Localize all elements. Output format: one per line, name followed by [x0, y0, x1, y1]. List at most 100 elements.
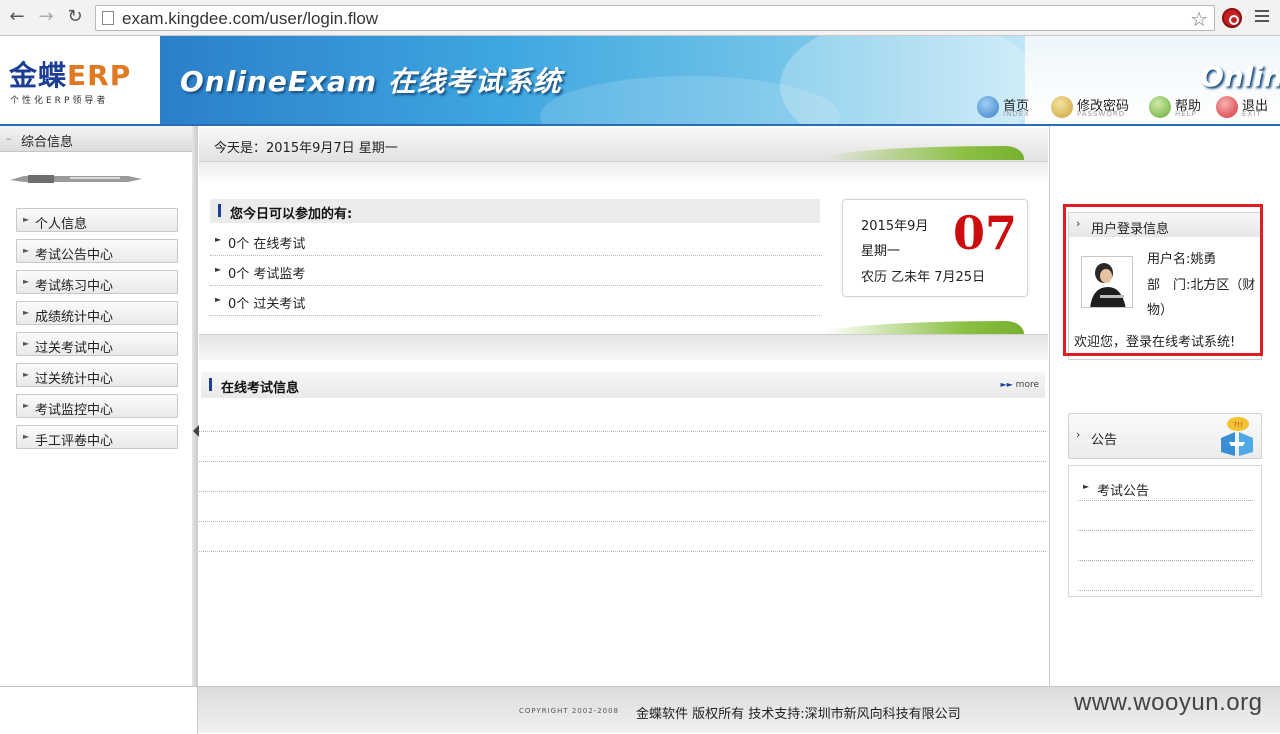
list-item-empty: [1078, 531, 1253, 561]
arrow-right-icon: ►: [23, 339, 30, 348]
arrow-right-icon: ►: [23, 308, 30, 317]
arrow-right-icon: ►: [215, 265, 222, 274]
notice-item-label[interactable]: 考试公告: [1097, 480, 1149, 499]
home-icon: [977, 96, 999, 118]
exit-icon: [1216, 96, 1238, 118]
help-icon: [1149, 96, 1171, 118]
sidebar-item-exam-practice-center[interactable]: ► 考试练习中心: [16, 270, 178, 294]
calendar-lunar: 农历 乙未年 7月25日: [861, 270, 986, 285]
sidebar-item-label: 考试监控中心: [35, 403, 114, 418]
sidebar-header-label: 综合信息: [21, 135, 74, 150]
nav-exit-sub: EXIT: [1242, 110, 1262, 118]
list-separator: [199, 551, 1046, 552]
url-text[interactable]: exam.kingdee.com/user/login.flow: [122, 9, 378, 29]
arrow-right-icon: ►: [23, 277, 30, 286]
address-bar[interactable]: exam.kingdee.com/user/login.flow ☆: [95, 5, 1215, 31]
browser-menu-icon[interactable]: [1255, 10, 1269, 24]
list-separator: [199, 521, 1046, 522]
site-banner: 金蝶ERP 个性化ERP领导者 OnlineExam 在线考试系统 Online…: [0, 36, 1280, 126]
nav-home-sub: INDEX: [1003, 110, 1030, 118]
list-item[interactable]: ► 考试公告: [1078, 471, 1253, 501]
list-item-label[interactable]: 0个 过关考试: [228, 293, 305, 312]
list-separator: [199, 461, 1046, 462]
logo-cn: 金蝶: [9, 59, 68, 92]
list-item-label[interactable]: 0个 考试监考: [228, 263, 305, 282]
list-separator: [199, 491, 1046, 492]
calendar-year-month: 2015年9月: [861, 219, 929, 234]
extension-icon[interactable]: [1222, 8, 1242, 28]
list-item-empty: [1078, 501, 1253, 531]
back-icon[interactable]: ←: [6, 6, 28, 28]
footer-text: 金蝶软件 版权所有 技术支持:深圳市新风向科技有限公司: [636, 707, 961, 722]
available-exams-header: 您今日可以参加的有:: [210, 199, 820, 223]
announcement-icon: ?!!: [1221, 417, 1253, 456]
section-divider: [199, 334, 1048, 360]
logo-slogan: 个性化ERP领导者: [10, 96, 109, 106]
sidebar-item-label: 手工评卷中心: [35, 434, 114, 449]
arrow-right-icon: ►: [1083, 482, 1090, 491]
notice-title: 公告: [1091, 433, 1118, 448]
system-title-clipped: Online: [1200, 60, 1280, 93]
bookmark-star-icon[interactable]: ☆: [1190, 7, 1208, 31]
copyright: COPYRIGHT 2002-2008: [519, 707, 620, 715]
sidebar-item-exam-monitor-center[interactable]: ► 考试监控中心: [16, 394, 178, 418]
sidebar-item-label: 个人信息: [35, 217, 88, 232]
sidebar-item-label: 过关统计中心: [35, 372, 114, 387]
sidebar-item-personal-info[interactable]: ► 个人信息: [16, 208, 178, 232]
sidebar-item-pass-exam-center[interactable]: ► 过关考试中心: [16, 332, 178, 356]
list-item[interactable]: ► 0个 考试监考: [210, 256, 822, 286]
highlight-frame: [1063, 204, 1263, 356]
reload-icon[interactable]: ↻: [64, 6, 86, 28]
arrow-right-icon: ►: [215, 235, 222, 244]
arrow-right-icon: ►: [23, 432, 30, 441]
sidebar-header[interactable]: – 综合信息: [0, 126, 193, 152]
left-sidebar: – 综合信息 ► 个人信息 ► 考试公告中心 ► 考试练习中心 ► 成绩统计中心…: [0, 126, 198, 733]
notice-list: ► 考试公告: [1068, 465, 1262, 597]
list-separator: [199, 431, 1046, 432]
arrow-right-icon: ►: [215, 295, 222, 304]
arrow-right-icon: ►: [23, 370, 30, 379]
watermark: www.wooyun.org: [1074, 689, 1263, 716]
more-label[interactable]: more: [1016, 380, 1039, 390]
sidebar-item-label: 考试练习中心: [35, 279, 114, 294]
nav-help-sub: HELP: [1175, 110, 1197, 118]
notice-header[interactable]: › 公告 ?!!: [1068, 413, 1262, 459]
logo-text: 金蝶ERP: [9, 54, 131, 94]
available-exams-title: 您今日可以参加的有:: [230, 207, 353, 222]
online-exam-header: 在线考试信息 ►► more: [201, 372, 1045, 398]
nav-password-sub: PASSWORD: [1077, 110, 1126, 118]
calendar-weekday: 星期一: [861, 244, 901, 259]
calendar-widget: 2015年9月 星期一 农历 乙未年 7月25日 07: [842, 199, 1028, 297]
arrow-right-icon: ►: [23, 401, 30, 410]
logo-erp: ERP: [67, 59, 132, 92]
more-link[interactable]: ►► more: [1000, 380, 1039, 390]
sidebar-item-score-stats-center[interactable]: ► 成绩统计中心: [16, 301, 178, 325]
pen-decoration-icon: [10, 175, 142, 183]
arrow-right-icon: ►: [23, 215, 30, 224]
system-title: OnlineExam 在线考试系统: [180, 65, 562, 98]
list-item-label[interactable]: 0个 在线考试: [228, 233, 305, 252]
green-swoosh-decoration: [824, 321, 1024, 335]
green-swoosh-decoration: [824, 146, 1024, 160]
online-exam-title: 在线考试信息: [221, 381, 300, 396]
today-date: 今天是：2015年9月7日 星期一: [214, 141, 398, 156]
sidebar-item-exam-notice-center[interactable]: ► 考试公告中心: [16, 239, 178, 263]
sidebar-item-label: 考试公告中心: [35, 248, 114, 263]
sidebar-item-manual-grading-center[interactable]: ► 手工评卷中心: [16, 425, 178, 449]
header-shade: [199, 162, 1048, 184]
chevron-right-icon: ›: [1076, 428, 1081, 441]
sidebar-item-label: 过关考试中心: [35, 341, 114, 356]
sidebar-item-pass-stats-center[interactable]: ► 过关统计中心: [16, 363, 178, 387]
footer-sidebar-area: [0, 687, 198, 734]
lock-icon: [1051, 96, 1073, 118]
list-item-empty: [1078, 561, 1253, 591]
today-bar: 今天是：2015年9月7日 星期一: [199, 128, 1048, 162]
browser-toolbar: ← → ↻ exam.kingdee.com/user/login.flow ☆: [0, 0, 1280, 36]
double-arrow-icon: ►►: [1000, 380, 1013, 389]
collapse-icon[interactable]: –: [6, 132, 12, 145]
kingdee-logo: 金蝶ERP 个性化ERP领导者: [0, 36, 160, 125]
page-icon: [102, 11, 114, 25]
list-item[interactable]: ► 0个 过关考试: [210, 286, 822, 316]
list-item[interactable]: ► 0个 在线考试: [210, 226, 822, 256]
forward-icon[interactable]: →: [35, 6, 57, 28]
